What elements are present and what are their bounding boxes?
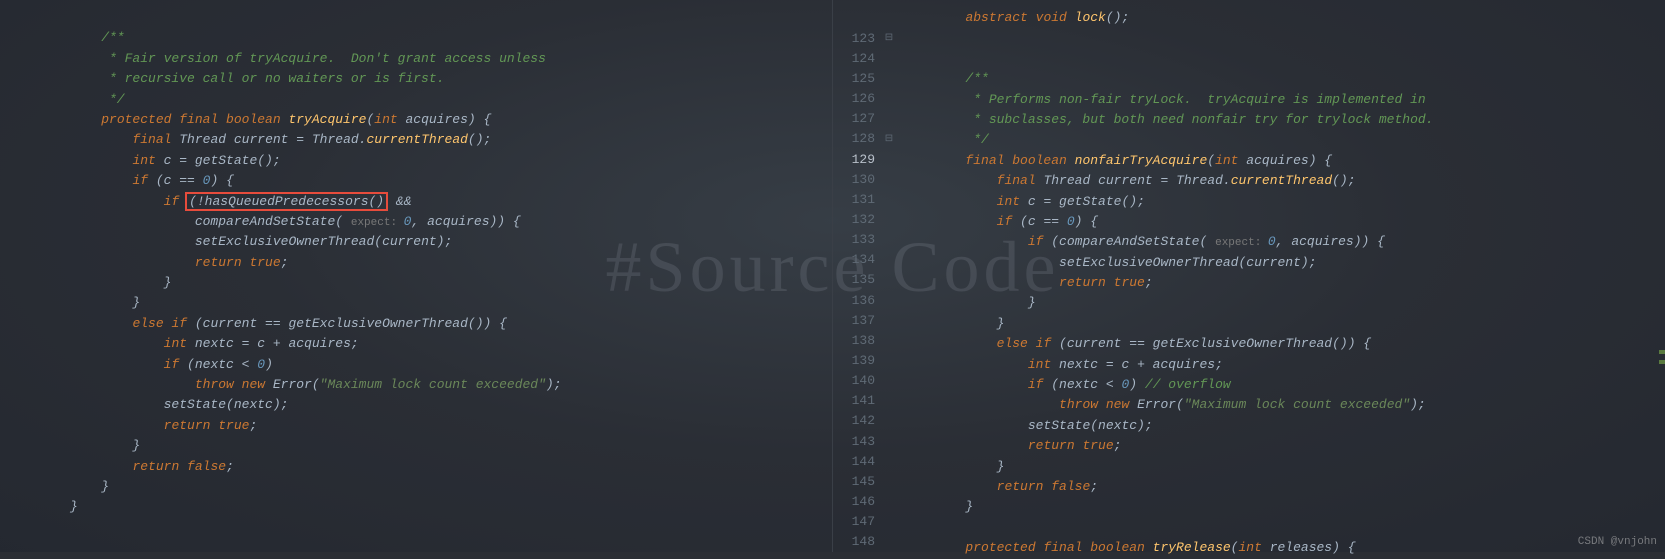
code-line[interactable]: } xyxy=(70,497,832,517)
code-line[interactable] xyxy=(903,28,1665,48)
code-line[interactable]: if (!hasQueuedPredecessors() && xyxy=(70,192,832,212)
code-line[interactable]: * subclasses, but both need nonfair try … xyxy=(903,110,1665,130)
gutter-left xyxy=(8,8,70,552)
code-line[interactable]: if (compareAndSetState( expect: 0, acqui… xyxy=(903,232,1665,252)
editor-pane-left[interactable]: /** * Fair version of tryAcquire. Don't … xyxy=(0,0,833,552)
code-line[interactable]: return true; xyxy=(70,253,832,273)
code-line[interactable] xyxy=(70,8,832,28)
code-line[interactable]: else if (current == getExclusiveOwnerThr… xyxy=(903,334,1665,354)
code-line[interactable]: * Fair version of tryAcquire. Don't gran… xyxy=(70,49,832,69)
code-line[interactable] xyxy=(903,49,1665,69)
code-line[interactable]: protected final boolean tryRelease(int r… xyxy=(903,538,1665,558)
code-line[interactable]: } xyxy=(70,436,832,456)
code-line[interactable]: final boolean nonfairTryAcquire(int acqu… xyxy=(903,151,1665,171)
code-line[interactable]: setState(nextc); xyxy=(903,416,1665,436)
gutter-right: 123⊟124125126127128⊟12913013113213313413… xyxy=(841,8,903,552)
code-line[interactable]: throw new Error("Maximum lock count exce… xyxy=(70,375,832,395)
code-line[interactable]: */ xyxy=(70,90,832,110)
code-line[interactable]: compareAndSetState( expect: 0, acquires)… xyxy=(70,212,832,232)
code-line[interactable]: int c = getState(); xyxy=(903,192,1665,212)
code-line[interactable]: } xyxy=(70,273,832,293)
code-line[interactable]: if (c == 0) { xyxy=(903,212,1665,232)
code-line[interactable]: protected final boolean tryAcquire(int a… xyxy=(70,110,832,130)
code-line[interactable]: } xyxy=(903,314,1665,334)
code-line[interactable]: return true; xyxy=(903,273,1665,293)
code-line[interactable]: final Thread current = Thread.currentThr… xyxy=(903,171,1665,191)
code-line[interactable]: */ xyxy=(903,130,1665,150)
code-line[interactable]: return false; xyxy=(70,457,832,477)
code-line[interactable]: setExclusiveOwnerThread(current); xyxy=(70,232,832,252)
code-line[interactable]: else if (current == getExclusiveOwnerThr… xyxy=(70,314,832,334)
code-line[interactable]: abstract void lock(); xyxy=(903,8,1665,28)
editor-pane-right[interactable]: 123⊟124125126127128⊟12913013113213313413… xyxy=(833,0,1665,552)
code-line[interactable] xyxy=(903,518,1665,538)
code-line[interactable]: } xyxy=(70,477,832,497)
code-line[interactable]: * recursive call or no waiters or is fir… xyxy=(70,69,832,89)
code-line[interactable]: } xyxy=(903,497,1665,517)
code-line[interactable]: if (c == 0) { xyxy=(70,171,832,191)
code-line[interactable]: int c = getState(); xyxy=(70,151,832,171)
code-line[interactable]: final Thread current = Thread.currentThr… xyxy=(70,130,832,150)
code-line[interactable]: /** xyxy=(903,69,1665,89)
code-area-right[interactable]: abstract void lock(); /** * Performs non… xyxy=(903,8,1665,552)
code-line[interactable]: * Performs non-fair tryLock. tryAcquire … xyxy=(903,90,1665,110)
code-line[interactable]: } xyxy=(903,457,1665,477)
code-line[interactable]: int nextc = c + acquires; xyxy=(903,355,1665,375)
code-line[interactable]: throw new Error("Maximum lock count exce… xyxy=(903,395,1665,415)
code-area-left[interactable]: /** * Fair version of tryAcquire. Don't … xyxy=(70,8,832,552)
code-line[interactable]: return true; xyxy=(903,436,1665,456)
code-line[interactable]: setState(nextc); xyxy=(70,395,832,415)
credit-watermark: CSDN @vnjohn xyxy=(1578,536,1657,548)
code-line[interactable]: } xyxy=(70,293,832,313)
code-line[interactable]: if (nextc < 0) xyxy=(70,355,832,375)
diff-marker xyxy=(1659,350,1665,354)
code-line[interactable]: if (nextc < 0) // overflow xyxy=(903,375,1665,395)
code-line[interactable]: setExclusiveOwnerThread(current); xyxy=(903,253,1665,273)
code-line[interactable]: return true; xyxy=(70,416,832,436)
code-line[interactable]: int nextc = c + acquires; xyxy=(70,334,832,354)
diff-marker xyxy=(1659,360,1665,364)
code-line[interactable]: return false; xyxy=(903,477,1665,497)
code-line[interactable]: /** xyxy=(70,28,832,48)
code-line[interactable]: } xyxy=(903,293,1665,313)
